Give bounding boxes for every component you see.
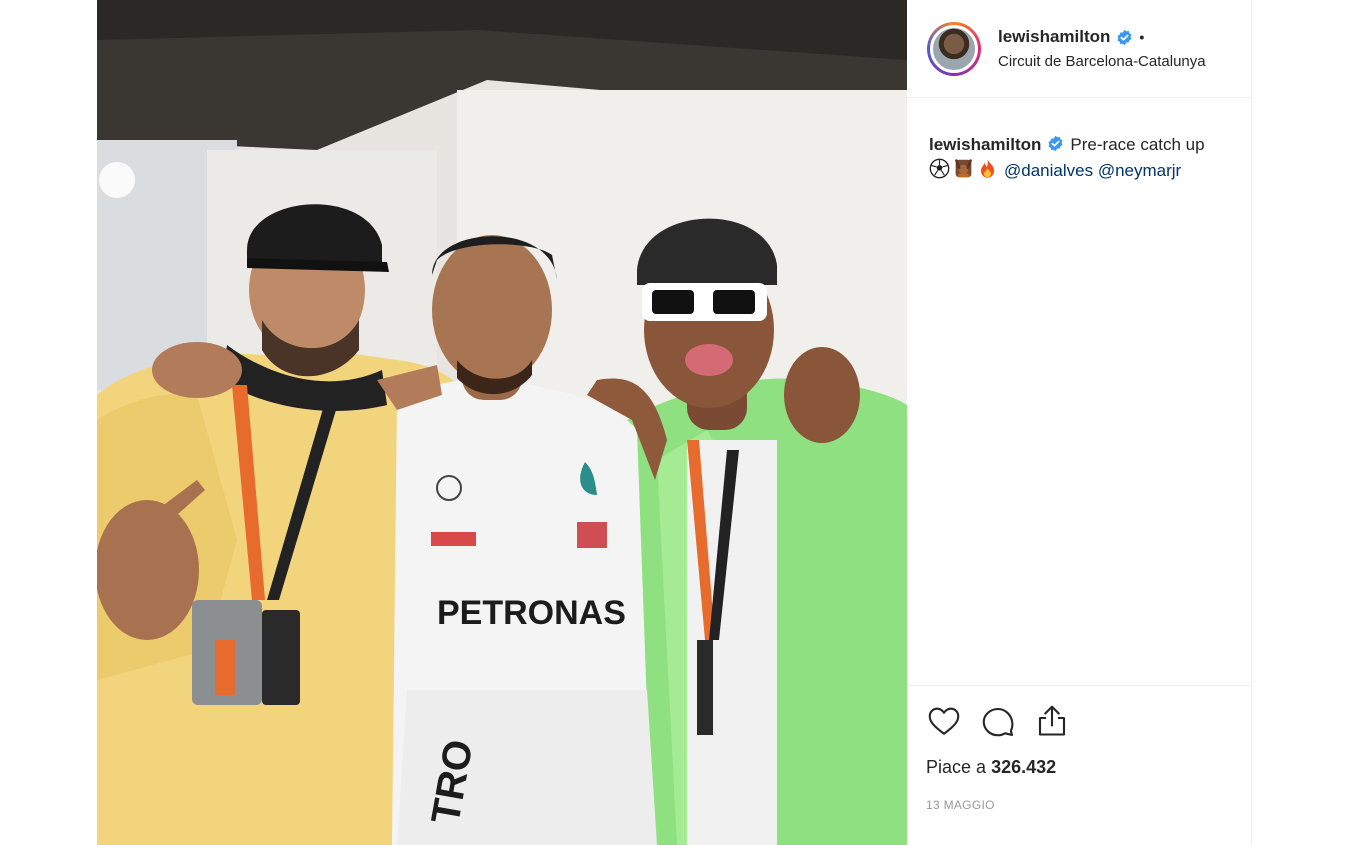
comment-bubble-icon — [982, 707, 1014, 737]
header-text: lewishamilton • Circuit de Barcelona-Cat… — [998, 27, 1206, 70]
soccer-ball-icon — [929, 158, 950, 179]
location-link[interactable]: Circuit de Barcelona-Catalunya — [998, 53, 1206, 70]
post-photo[interactable]: PETRONAS TRO — [97, 0, 907, 845]
instagram-post: PETRONAS TRO lewishamilton • Circuit de … — [97, 0, 1252, 845]
share-upload-icon — [1038, 705, 1066, 736]
header-separator-dot: • — [1139, 29, 1145, 45]
verified-badge-icon — [1047, 135, 1064, 152]
petronas-logo-text: PETRONAS — [437, 594, 626, 632]
caption-text: Pre-race catch up — [1070, 135, 1205, 154]
caption-emojis — [929, 158, 998, 179]
mention-link[interactable]: @danialves — [1004, 161, 1093, 180]
hands-up-icon — [955, 159, 972, 178]
verified-badge-icon — [1116, 29, 1133, 46]
mention-link[interactable]: @neymarjr — [1098, 161, 1181, 180]
comments-area: lewishamilton Pre-race catch up @danialve… — [907, 98, 1251, 685]
post-photo-illustration: PETRONAS TRO — [97, 0, 907, 845]
likes-prefix: Piace a — [926, 757, 987, 777]
header-username-row: lewishamilton • — [998, 27, 1206, 47]
avatar[interactable] — [930, 24, 978, 73]
post-actions-section: Piace a 326.432 13 MAGGIO — [907, 685, 1251, 845]
share-button[interactable] — [1032, 701, 1072, 741]
action-bar — [924, 701, 1235, 741]
avatar-story-ring[interactable] — [927, 21, 981, 76]
heart-icon — [928, 707, 960, 735]
post-date[interactable]: 13 MAGGIO — [924, 798, 1235, 812]
likes-number: 326.432 — [991, 757, 1057, 777]
likes-count[interactable]: Piace a 326.432 — [924, 757, 1235, 778]
comment-button[interactable] — [978, 701, 1018, 741]
post-caption: lewishamilton Pre-race catch up @danialve… — [929, 132, 1231, 184]
like-button[interactable] — [924, 701, 964, 741]
header-username[interactable]: lewishamilton — [998, 27, 1110, 47]
fire-icon — [980, 159, 995, 178]
caption-username[interactable]: lewishamilton — [929, 135, 1041, 154]
post-header: lewishamilton • Circuit de Barcelona-Cat… — [907, 0, 1251, 98]
post-side-panel: lewishamilton • Circuit de Barcelona-Cat… — [907, 0, 1252, 845]
